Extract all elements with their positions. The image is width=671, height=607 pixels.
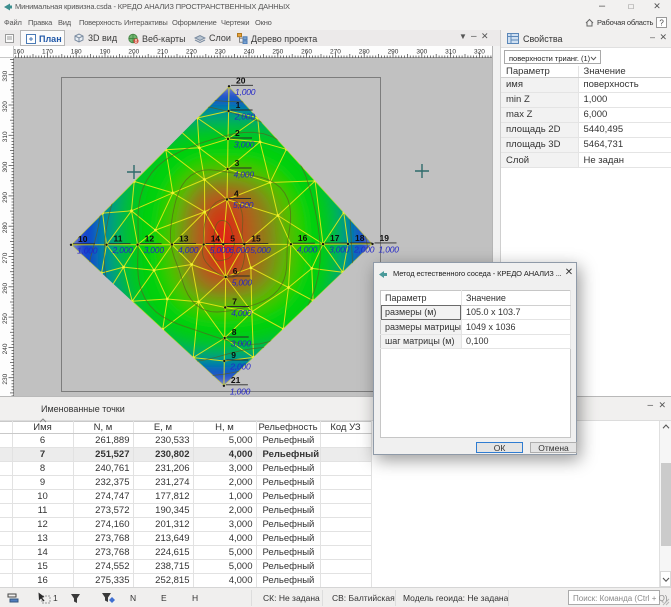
svg-text:180: 180 — [71, 49, 82, 56]
svg-text:5,000: 5,000 — [233, 200, 254, 210]
svg-text:3,000: 3,000 — [144, 245, 165, 255]
svg-text:300: 300 — [2, 161, 9, 172]
svg-text:2,000: 2,000 — [234, 112, 256, 122]
svg-text:20: 20 — [236, 75, 246, 85]
svg-text:260: 260 — [2, 282, 9, 293]
svg-text:3,000: 3,000 — [329, 245, 350, 255]
svg-text:1: 1 — [236, 100, 241, 110]
svg-text:4,000: 4,000 — [297, 245, 318, 255]
svg-text:6,000: 6,000 — [229, 245, 250, 255]
svg-text:240: 240 — [244, 49, 255, 56]
svg-text:4,000: 4,000 — [178, 245, 199, 255]
svg-text:4,000: 4,000 — [231, 308, 252, 318]
svg-text:1,000: 1,000 — [379, 244, 400, 254]
svg-text:8: 8 — [232, 327, 237, 337]
svg-text:15: 15 — [251, 233, 261, 243]
svg-text:270: 270 — [2, 252, 9, 263]
svg-text:310: 310 — [445, 49, 456, 56]
svg-text:5,000: 5,000 — [250, 245, 271, 255]
svg-text:19: 19 — [380, 233, 390, 243]
svg-text:2,000: 2,000 — [229, 362, 251, 372]
svg-text:4: 4 — [234, 189, 239, 199]
svg-text:320: 320 — [474, 49, 485, 56]
svg-text:2: 2 — [235, 128, 240, 138]
svg-text:280: 280 — [2, 222, 9, 233]
svg-text:160: 160 — [14, 49, 24, 56]
svg-text:250: 250 — [2, 313, 9, 324]
svg-text:12: 12 — [145, 234, 155, 244]
svg-text:17: 17 — [330, 233, 340, 243]
svg-text:2,000: 2,000 — [112, 245, 134, 255]
svg-text:3: 3 — [235, 158, 240, 168]
svg-text:1,000: 1,000 — [235, 87, 256, 97]
svg-text:7: 7 — [232, 297, 237, 307]
svg-text:14: 14 — [211, 234, 221, 244]
svg-text:310: 310 — [2, 131, 9, 142]
svg-text:250: 250 — [272, 49, 283, 56]
svg-text:21: 21 — [231, 375, 241, 385]
svg-text:8: 8 — [135, 38, 138, 43]
svg-text:290: 290 — [388, 49, 399, 56]
svg-text:10: 10 — [78, 234, 88, 244]
svg-text:5,000: 5,000 — [232, 278, 253, 288]
svg-text:3,000: 3,000 — [234, 140, 255, 150]
svg-text:170: 170 — [42, 49, 53, 56]
svg-text:280: 280 — [359, 49, 370, 56]
svg-text:330: 330 — [2, 70, 9, 81]
svg-text:230: 230 — [215, 49, 226, 56]
svg-text:1,000: 1,000 — [230, 386, 251, 396]
svg-text:240: 240 — [2, 343, 9, 354]
svg-text:2,000: 2,000 — [353, 245, 375, 255]
svg-text:5: 5 — [230, 233, 235, 243]
svg-text:230: 230 — [2, 373, 9, 384]
svg-text:18: 18 — [355, 233, 365, 243]
svg-text:4,000: 4,000 — [234, 170, 255, 180]
svg-text:5,000: 5,000 — [210, 245, 231, 255]
svg-text:6: 6 — [233, 266, 238, 276]
svg-text:190: 190 — [100, 49, 111, 56]
svg-text:13: 13 — [179, 234, 189, 244]
svg-text:210: 210 — [157, 49, 168, 56]
svg-text:290: 290 — [2, 192, 9, 203]
svg-text:200: 200 — [128, 49, 139, 56]
svg-text:1,000: 1,000 — [77, 245, 98, 255]
svg-text:300: 300 — [416, 49, 427, 56]
svg-text:220: 220 — [186, 49, 197, 56]
svg-text:260: 260 — [301, 49, 312, 56]
svg-text:270: 270 — [330, 49, 341, 56]
svg-text:3,000: 3,000 — [231, 339, 252, 349]
svg-text:11: 11 — [114, 234, 123, 244]
svg-text:320: 320 — [2, 101, 9, 112]
svg-text:9: 9 — [231, 350, 236, 360]
svg-text:16: 16 — [298, 233, 308, 243]
